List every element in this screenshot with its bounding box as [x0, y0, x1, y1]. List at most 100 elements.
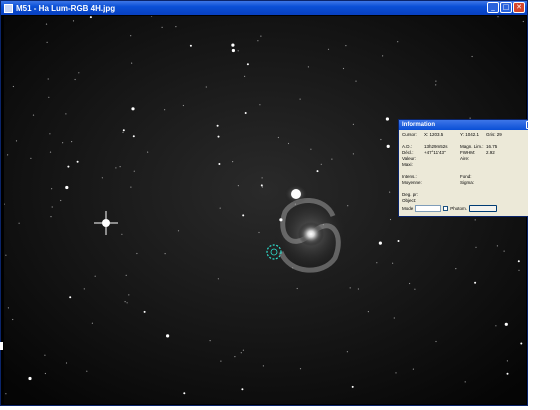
star — [164, 109, 166, 111]
maximize-button[interactable]: □ — [500, 2, 512, 13]
star — [7, 154, 9, 156]
star — [237, 185, 239, 187]
star — [352, 153, 354, 155]
star — [262, 365, 264, 367]
star — [351, 385, 354, 388]
star — [7, 307, 9, 309]
star — [50, 216, 52, 218]
star — [346, 351, 348, 353]
star — [260, 35, 262, 37]
star — [67, 165, 70, 168]
star — [296, 287, 298, 290]
dialog-title: Information — [402, 122, 435, 128]
star — [517, 260, 520, 263]
star — [47, 78, 49, 80]
star — [218, 163, 221, 165]
star — [503, 250, 505, 252]
minimize-button[interactable]: _ — [487, 2, 499, 13]
star — [287, 142, 290, 145]
star — [130, 35, 132, 37]
star — [46, 41, 48, 43]
companion-galaxy — [284, 184, 308, 204]
mode-label: Mode — [402, 206, 414, 211]
information-dialog: Information ? ✕ Cursor:X: 1203.5Y: 1042.… — [398, 119, 545, 217]
star — [122, 129, 125, 132]
star — [299, 368, 302, 370]
star — [345, 45, 347, 47]
dialog-fields: Cursor: X: 1203.5 Y: 1042.1 Gris: 29 A.D.: 13… — [399, 130, 544, 206]
star — [32, 114, 35, 116]
star — [393, 317, 395, 319]
star — [522, 20, 524, 23]
star — [504, 322, 508, 326]
star — [355, 80, 357, 82]
star — [101, 177, 103, 179]
star — [62, 142, 64, 144]
star — [78, 72, 80, 74]
dialog-titlebar[interactable]: Information ? ✕ — [399, 120, 544, 130]
star — [60, 199, 62, 202]
edge-marker — [0, 342, 3, 350]
star — [44, 372, 47, 375]
mode-select[interactable] — [415, 205, 442, 212]
star — [125, 274, 127, 276]
star — [412, 368, 414, 370]
star — [51, 206, 53, 208]
star — [12, 318, 14, 321]
star — [389, 218, 392, 221]
star — [520, 342, 523, 345]
star — [292, 267, 294, 269]
star — [376, 262, 378, 264]
star — [44, 354, 46, 356]
star — [119, 166, 121, 168]
photometry-checkbox[interactable] — [443, 206, 449, 211]
star — [506, 360, 508, 362]
dialog-action-button[interactable] — [469, 205, 498, 212]
star — [307, 66, 309, 68]
star — [246, 63, 249, 66]
star — [183, 392, 186, 395]
star — [126, 302, 128, 304]
star — [220, 360, 222, 362]
star — [182, 104, 184, 107]
star — [234, 356, 236, 358]
star — [76, 160, 79, 163]
star — [231, 43, 235, 47]
spiral-galaxy — [273, 194, 349, 274]
star — [342, 67, 345, 70]
close-button[interactable]: ✕ — [513, 2, 525, 13]
star — [143, 310, 146, 313]
star — [91, 322, 93, 324]
star — [72, 20, 75, 22]
screen: M51 - Ha Lum-RGB 4H.jpg _ □ ✕ Informatio… — [0, 0, 560, 410]
star — [177, 230, 180, 232]
star — [380, 138, 382, 141]
star — [232, 161, 234, 163]
star — [124, 301, 126, 303]
star — [69, 296, 72, 299]
star — [397, 41, 399, 43]
star — [48, 96, 50, 98]
star — [15, 140, 18, 142]
star — [121, 233, 123, 235]
star — [260, 184, 263, 187]
star — [5, 393, 7, 395]
star — [122, 131, 124, 133]
star — [299, 98, 301, 100]
star — [327, 48, 330, 50]
star — [131, 62, 133, 64]
star — [322, 224, 324, 226]
photometry-label: Photom. — [450, 206, 468, 211]
window-titlebar[interactable]: M51 - Ha Lum-RGB 4H.jpg _ □ ✕ — [1, 1, 527, 15]
star — [294, 203, 296, 205]
star — [279, 218, 283, 222]
star — [382, 55, 384, 57]
star — [389, 191, 391, 193]
star — [241, 388, 244, 391]
star — [474, 281, 477, 284]
star — [28, 376, 32, 381]
star — [189, 44, 192, 47]
star — [352, 123, 354, 125]
star — [257, 40, 259, 42]
star — [65, 185, 69, 190]
